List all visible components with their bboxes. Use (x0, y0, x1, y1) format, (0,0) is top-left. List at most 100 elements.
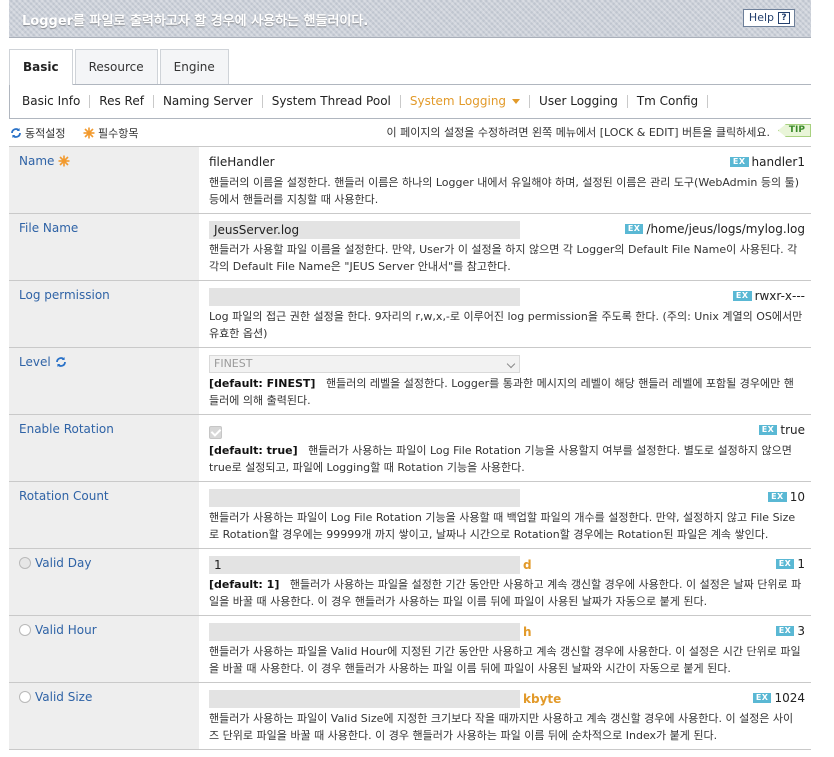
enable-rotation-checkbox[interactable] (209, 425, 222, 439)
level-description: [default: FINEST] 핸들러의 레벨을 설정한다. Logger를… (209, 375, 805, 409)
row-rotation-count: Rotation Count EX 10 핸들러가 사용하는 파일이 Log Fi… (9, 482, 811, 549)
valid-day-input[interactable]: 1 (209, 555, 520, 574)
valid-day-description: [default: 1] 핸들러가 사용하는 파일을 설정한 기간 동안만 사용… (209, 576, 805, 610)
example: EX 10 (768, 490, 805, 504)
ex-badge: EX (732, 291, 752, 301)
legend-dynamic-label: 동적설정 (25, 127, 66, 140)
help-label: Help (748, 11, 774, 24)
tab-resource[interactable]: Resource (74, 49, 158, 84)
value-cell: fileHandler EX handler1 핸들러의 이름을 설정한다. 핸들… (199, 147, 811, 213)
value-cell: kbyte EX 1024 핸들러가 사용하는 파일이 Valid Size에 지… (199, 683, 811, 749)
question-icon: ? (778, 12, 790, 24)
subtab-user-logging[interactable]: User Logging (529, 95, 627, 108)
valid-size-example: 1024 (774, 691, 805, 705)
label-cell: File Name (9, 214, 199, 280)
row-log-permission: Log permission EX rwxr-x--- Log 파일의 접근 권한… (9, 281, 811, 348)
ex-badge: EX (758, 425, 778, 435)
ex-badge: EX (768, 492, 787, 502)
label-cell: Valid Size (9, 683, 199, 749)
value-cell: EX true [default: true] 핸들러가 사용하는 파일이 Log… (199, 415, 811, 481)
value-cell: EX 10 핸들러가 사용하는 파일이 Log File Rotation 기능을… (199, 482, 811, 548)
edit-notice: 이 페이지의 설정을 수정하려면 왼쪽 메뉴에서 [LOCK & EDIT] 버… (386, 126, 770, 139)
subtab-res-ref[interactable]: Res Ref (89, 95, 153, 108)
required-star-icon (58, 155, 70, 167)
subtab-naming-server[interactable]: Naming Server (152, 95, 262, 108)
legend-required: 필수항목 (83, 125, 138, 141)
subtab-system-thread-pool[interactable]: System Thread Pool (261, 95, 400, 108)
chevron-down-icon (506, 359, 516, 368)
required-star-icon (83, 127, 95, 139)
valid-day-desc-text: 핸들러가 사용하는 파일을 설정한 기간 동안만 사용하고 계속 갱신할 경우에… (209, 578, 802, 608)
ex-badge: EX (775, 559, 795, 569)
valid-hour-label: Valid Hour (35, 623, 97, 637)
file-name-input[interactable]: JeusServer.log (209, 220, 520, 239)
valid-size-input[interactable] (209, 689, 520, 708)
valid-hour-unit: h (523, 624, 532, 639)
valid-hour-description: 핸들러가 사용하는 파일을 Valid Hour에 지정된 기간 동안만 사용하… (209, 645, 801, 675)
rotation-count-input[interactable] (209, 488, 520, 507)
label-cell: Enable Rotation (9, 415, 199, 481)
row-enable-rotation: Enable Rotation EX true [default: true] 핸… (9, 415, 811, 482)
level-label: Level (19, 355, 51, 369)
legend-row: 동적설정 필수항목 이 페이지의 설정을 수정하려면 왼쪽 메뉴에서 [LOCK… (9, 122, 811, 142)
row-level: Level FINEST [default: FINEST] 핸들러의 레벨을 … (9, 348, 811, 415)
subtab-basic-info[interactable]: Basic Info (22, 95, 89, 108)
valid-day-default: [default: 1] (209, 578, 280, 591)
valid-size-radio[interactable] (19, 691, 31, 703)
row-valid-size: Valid Size kbyte EX 1024 핸들러가 사용하는 파일이 Va… (9, 683, 811, 750)
valid-size-unit: kbyte (523, 691, 562, 706)
level-select[interactable]: FINEST (209, 354, 520, 373)
valid-size-label: Valid Size (35, 690, 93, 704)
example: EX 1 (775, 557, 805, 571)
tab-basic[interactable]: Basic (9, 49, 73, 85)
subtab-system-logging[interactable]: System Logging (399, 95, 529, 108)
row-valid-hour: Valid Hour h EX 3 핸들러가 사용하는 파일을 Valid Hou… (9, 616, 811, 683)
valid-hour-radio[interactable] (19, 624, 31, 636)
ex-badge: EX (624, 224, 644, 234)
label-cell: Name (9, 147, 199, 213)
row-name: Name fileHandler EX handler1 핸들러의 이름을 설정한… (9, 147, 811, 214)
valid-size-description: 핸들러가 사용하는 파일이 Valid Size에 지정한 크기보다 작을 때까… (209, 712, 794, 742)
row-valid-day: Valid Day 1d EX 1 [default: 1] 핸들러가 사용하는 … (9, 549, 811, 616)
label-cell: Valid Day (9, 549, 199, 615)
enable-rotation-label: Enable Rotation (19, 422, 114, 436)
level-default: [default: FINEST] (209, 377, 316, 390)
enable-rotation-description: [default: true] 핸들러가 사용하는 파일이 Log File R… (209, 442, 805, 476)
log-permission-example: rwxr-x--- (754, 289, 805, 303)
settings-form: Name fileHandler EX handler1 핸들러의 이름을 설정한… (9, 146, 811, 750)
example: EX/home/jeus/logs/mylog.log (624, 222, 805, 236)
subtab-tm-config[interactable]: Tm Config (626, 95, 707, 108)
value-cell: FINEST [default: FINEST] 핸들러의 레벨을 설정한다. … (199, 348, 811, 414)
valid-day-label: Valid Day (35, 556, 92, 570)
caret-down-icon (512, 99, 521, 104)
label-cell: Rotation Count (9, 482, 199, 548)
value-cell: 1d EX 1 [default: 1] 핸들러가 사용하는 파일을 설정한 기간… (199, 549, 811, 615)
example: EX rwxr-x--- (732, 289, 805, 303)
file-name-label: File Name (19, 221, 79, 235)
enable-rotation-default: [default: true] (209, 444, 298, 457)
valid-day-radio[interactable] (19, 557, 31, 569)
rotation-count-description: 핸들러가 사용하는 파일이 Log File Rotation 기능을 사용할 … (209, 511, 796, 541)
log-permission-input[interactable] (209, 287, 520, 306)
refresh-icon (55, 357, 66, 367)
legend-required-label: 필수항목 (98, 127, 139, 140)
example: EX true (758, 423, 805, 437)
tab-engine[interactable]: Engine (159, 49, 229, 84)
valid-hour-example: 3 (797, 624, 805, 638)
help-button[interactable]: Help ? (742, 9, 795, 27)
example: EX 1024 (752, 691, 805, 705)
label-cell: Log permission (9, 281, 199, 347)
example: EX 3 (775, 624, 805, 638)
label-cell: Valid Hour (9, 616, 199, 682)
refresh-icon (11, 128, 21, 138)
page-header: Logger를 파일로 출력하고자 할 경우에 사용하는 핸들러이다. Help… (9, 0, 811, 38)
ex-badge: EX (775, 626, 795, 636)
rotation-count-example: 10 (789, 490, 805, 504)
value-cell: JeusServer.log EX/home/jeus/logs/mylog.l… (199, 214, 811, 280)
page-title: Logger를 파일로 출력하고자 할 경우에 사용하는 핸들러이다. (22, 14, 369, 29)
log-permission-label: Log permission (19, 288, 110, 302)
tip-badge[interactable]: TIP (777, 124, 811, 137)
name-value: fileHandler (209, 155, 275, 169)
valid-hour-input[interactable] (209, 622, 520, 641)
value-cell: h EX 3 핸들러가 사용하는 파일을 Valid Hour에 지정된 기간 동… (199, 616, 811, 682)
